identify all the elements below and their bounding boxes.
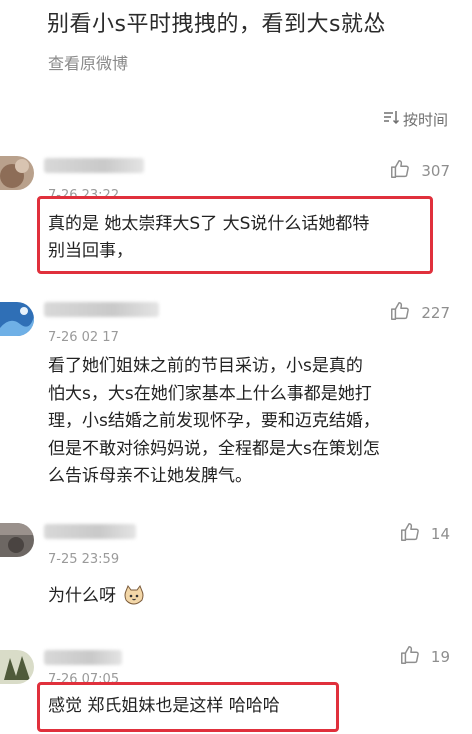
comment-line: 为什么呀 [48, 586, 116, 606]
comment-body: 真的是 她太崇拜大S了 大S说什么话她都特 别当回事， [48, 211, 448, 265]
like-count: 19 [430, 648, 450, 666]
like-button[interactable]: 307 [389, 158, 450, 184]
comment-time: 7-25 23:59 [48, 552, 120, 567]
avatar[interactable] [0, 302, 34, 336]
thumbs-up-icon [399, 644, 421, 670]
like-button[interactable]: 19 [399, 644, 450, 670]
comment-line: 别当回事， [48, 241, 133, 261]
avatar[interactable] [0, 156, 34, 190]
comment-line: 感觉 郑氏姐妹也是这样 哈哈哈 [48, 696, 280, 716]
comment-body: 感觉 郑氏姐妹也是这样 哈哈哈 [48, 693, 448, 720]
username-obscured[interactable] [44, 158, 144, 173]
like-count: 227 [421, 304, 450, 322]
like-button[interactable]: 14 [399, 521, 450, 547]
comment-body: 为什么呀 [48, 583, 448, 610]
avatar-image [0, 650, 34, 684]
avatar-image [0, 302, 34, 336]
sort-label: 按时间 [402, 110, 448, 129]
avatar-image [0, 156, 34, 190]
comment-line: 怕大s，大s在她们家基本上什么事都是她打 [48, 383, 372, 404]
comment-line: 真的是 她太崇拜大S了 大S说什么话她都特 [48, 214, 370, 234]
thumbs-up-icon [389, 158, 411, 184]
username-obscured[interactable] [44, 524, 136, 539]
comment-line: 么告诉母亲不让她发脾气。 [48, 466, 252, 486]
comment-line: 看了她们姐妹之前的节目采访，小s是真的 [48, 356, 363, 376]
weibo-comments-page: 别看小s平时拽拽的，看到大s就怂 查看原微博 按时间 7-26 23:22 30… [0, 0, 472, 734]
comment-body: 看了她们姐妹之前的节目采访，小s是真的 怕大s，大s在她们家基本上什么事都是她打… [48, 353, 448, 491]
avatar[interactable] [0, 650, 34, 684]
sort-icon [382, 108, 400, 130]
post-title: 别看小s平时拽拽的，看到大s就怂 [47, 12, 386, 37]
username-obscured[interactable] [44, 302, 159, 317]
comment-time: 7-26 02 17 [48, 330, 119, 345]
username-obscured[interactable] [44, 650, 122, 665]
view-original-link[interactable]: 查看原微博 [48, 50, 128, 74]
like-count: 14 [430, 525, 450, 543]
sort-by-time-button[interactable]: 按时间 [382, 108, 448, 130]
comment-line: 理，小s结婚之前发现怀孕，要和迈克结婚， [48, 411, 380, 431]
avatar-image [0, 523, 34, 557]
avatar[interactable] [0, 523, 34, 557]
comment-line: 但是不敢对徐妈妈说，全程都是大s在策划怎 [48, 438, 380, 459]
thumbs-up-icon [399, 521, 421, 547]
like-count: 307 [421, 162, 450, 180]
cat-face-emoji-icon [123, 584, 145, 605]
like-button[interactable]: 227 [389, 300, 450, 326]
thumbs-up-icon [389, 300, 411, 326]
